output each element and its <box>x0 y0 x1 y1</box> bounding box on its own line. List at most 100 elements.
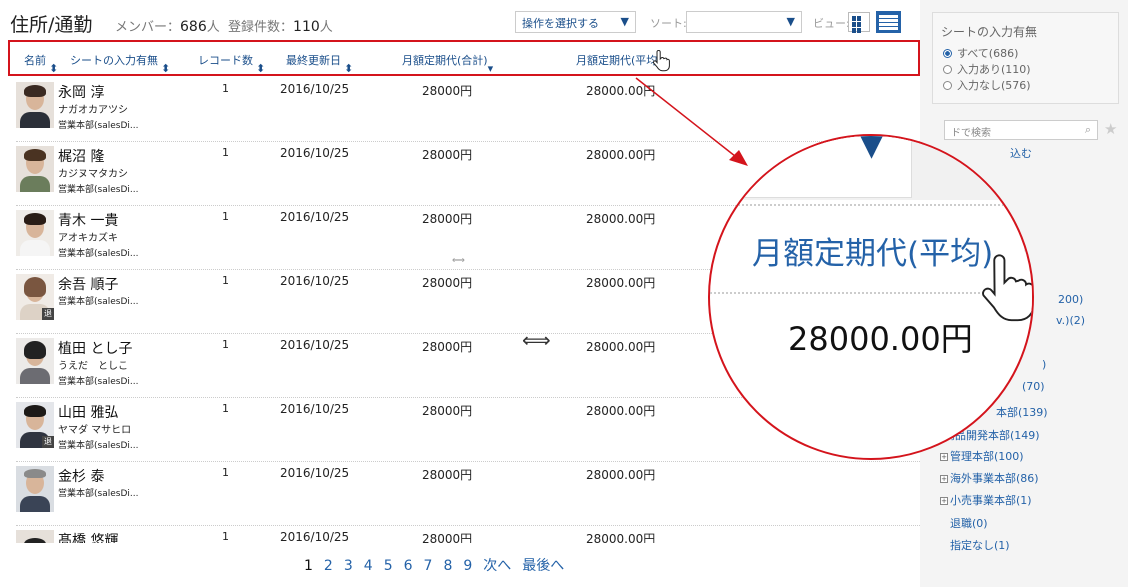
zoom-callout: る ▼ ソ 月額定期代(平均) ▲ ▼ 28000.00円 <box>708 134 1034 460</box>
tree-item[interactable]: + 管理本部(100) <box>940 448 1024 464</box>
tree-item[interactable]: ) <box>1042 358 1046 371</box>
member-name[interactable]: 余吾 順子 <box>58 274 118 294</box>
tree-item[interactable]: + 海外事業本部(86) <box>940 470 1039 486</box>
avatar[interactable] <box>16 530 54 543</box>
avatar[interactable] <box>16 338 54 384</box>
list-view-icon[interactable] <box>876 11 901 33</box>
hand-cursor-icon <box>652 50 670 72</box>
zoom-sort-fragment: ソ <box>954 134 987 172</box>
member-dept: 営業本部(salesDi... <box>58 377 139 387</box>
record-count: 110 <box>293 19 320 35</box>
page-link-current[interactable]: 1 <box>304 558 313 574</box>
radio-icon[interactable] <box>943 81 952 90</box>
sort-icon: ⬍ <box>49 62 59 75</box>
tree-item[interactable]: 指定なし(1) <box>950 537 1010 553</box>
radio-selected-icon[interactable] <box>943 49 952 58</box>
sum-cell: 28000円 <box>422 276 473 290</box>
member-dept: 営業本部(salesDi... <box>58 121 139 131</box>
avatar[interactable] <box>16 466 54 512</box>
member-dept: 営業本部(salesDi... <box>58 249 139 259</box>
operation-select[interactable]: 操作を選択する ▼ <box>515 11 636 33</box>
sum-cell: 28000円 <box>422 212 473 226</box>
member-name[interactable]: 梶沼 隆 <box>58 146 104 166</box>
member-name[interactable]: 金杉 泰 <box>58 466 104 486</box>
tree-item[interactable]: 200) <box>1058 293 1083 306</box>
resize-cursor-icon: ⟺ <box>522 328 551 352</box>
tree-item[interactable]: + 小売事業本部(1) <box>940 492 1032 508</box>
page-link[interactable]: 3 <box>344 558 353 574</box>
column-name[interactable]: 名前 ⬍ <box>24 52 58 75</box>
expand-icon[interactable]: + <box>940 453 948 461</box>
member-name[interactable]: 永岡 淳 <box>58 82 104 102</box>
page-link[interactable]: 2 <box>324 558 333 574</box>
page-link[interactable]: 6 <box>404 558 413 574</box>
avg-cell: 28000.00円 <box>586 276 656 290</box>
column-updated[interactable]: 最終更新日 ⬍ <box>286 52 353 75</box>
sort-desc-icon: ▾ <box>487 62 494 75</box>
page-link[interactable]: 8 <box>443 558 452 574</box>
column-sum[interactable]: 月額定期代(合計) ▾ <box>402 52 493 75</box>
page-link[interactable]: 4 <box>364 558 373 574</box>
updated-cell: 2016/10/25 <box>280 210 350 224</box>
record-unit: 人 <box>319 20 333 35</box>
table-row[interactable]: 永岡 淳 ナガオカアツシ 営業本部(salesDi... 1 2016/10/2… <box>8 78 920 142</box>
expand-icon[interactable]: + <box>940 475 948 483</box>
page-link[interactable]: 9 <box>463 558 472 574</box>
last-page-link[interactable]: 最後へ <box>522 558 564 574</box>
sum-cell: 28000円 <box>422 340 473 354</box>
filter-option-all[interactable]: すべて(686) <box>943 45 1018 61</box>
tree-item[interactable]: 本部(139) <box>996 404 1048 420</box>
page-header: 住所/通勤 メンバー：686人 登録件数：110人 操作を選択する ▼ ソート:… <box>8 10 908 38</box>
column-records[interactable]: レコード数 ⬍ <box>198 52 265 75</box>
member-stats: メンバー：686人 登録件数：110人 <box>115 16 333 35</box>
tree-item[interactable]: 退職(0) <box>950 515 988 531</box>
avatar[interactable]: 退 <box>16 402 54 448</box>
avatar[interactable] <box>16 210 54 256</box>
record-count-cell: 1 <box>222 338 229 351</box>
tree-item[interactable]: v.)(2) <box>1056 314 1085 327</box>
member-kana: カジヌマタカシ <box>58 169 128 180</box>
page-link[interactable]: 5 <box>384 558 393 574</box>
grid-view-icon[interactable] <box>848 12 870 33</box>
sort-select[interactable]: ▼ <box>686 11 802 33</box>
filter-option-filled[interactable]: 入力あり(110) <box>943 61 1031 77</box>
page-link[interactable]: 7 <box>424 558 433 574</box>
pagination: 1 2 3 4 5 6 7 8 9 次へ 最後へ <box>304 555 575 575</box>
tree-item[interactable]: (70) <box>1022 380 1045 393</box>
avg-cell: 28000.00円 <box>586 84 656 98</box>
member-count: 686 <box>180 19 207 35</box>
member-name[interactable]: 髙橋 悠輝 <box>58 530 118 543</box>
chevron-down-icon: ▼ <box>860 134 884 163</box>
column-sheet[interactable]: シートの入力有無 ⬍ <box>70 52 170 75</box>
record-count-cell: 1 <box>222 466 229 479</box>
record-count-cell: 1 <box>222 82 229 95</box>
retired-badge: 退 <box>42 308 54 320</box>
expand-icon[interactable]: + <box>940 497 948 505</box>
radio-icon[interactable] <box>943 65 952 74</box>
table-row[interactable]: 金杉 泰 営業本部(salesDi... 1 2016/10/25 28000円… <box>8 462 920 526</box>
column-avg[interactable]: 月額定期代(平均) <box>576 52 662 68</box>
filter-title: シートの入力有無 <box>941 25 1038 39</box>
table-row[interactable]: 髙橋 悠輝 1 2016/10/25 28000円 28000.00円 <box>8 526 920 543</box>
search-icon[interactable]: ⌕ <box>1085 123 1091 137</box>
page-title: 住所/通勤 <box>10 14 93 36</box>
member-name[interactable]: 山田 雅弘 <box>58 402 118 422</box>
retired-badge: 退 <box>42 436 54 448</box>
updated-cell: 2016/10/25 <box>280 82 350 96</box>
avatar[interactable]: 退 <box>16 274 54 320</box>
avatar[interactable] <box>16 146 54 192</box>
updated-cell: 2016/10/25 <box>280 338 350 352</box>
member-kana: アオキカズキ <box>58 233 118 244</box>
zoom-cell-value: 28000.00円 <box>788 320 973 358</box>
member-label: メンバー： <box>115 20 181 35</box>
member-name[interactable]: 植田 とし子 <box>58 338 132 358</box>
filter-option-empty[interactable]: 入力なし(576) <box>943 77 1031 93</box>
avatar[interactable] <box>16 82 54 128</box>
next-page-link[interactable]: 次へ <box>483 558 511 574</box>
star-icon[interactable]: ★ <box>1104 120 1117 138</box>
member-dept: 営業本部(salesDi... <box>58 489 139 499</box>
sort-label: ソート: <box>650 17 687 30</box>
record-count-cell: 1 <box>222 402 229 415</box>
member-name[interactable]: 青木 一貴 <box>58 210 118 230</box>
avg-cell: 28000.00円 <box>586 404 656 418</box>
